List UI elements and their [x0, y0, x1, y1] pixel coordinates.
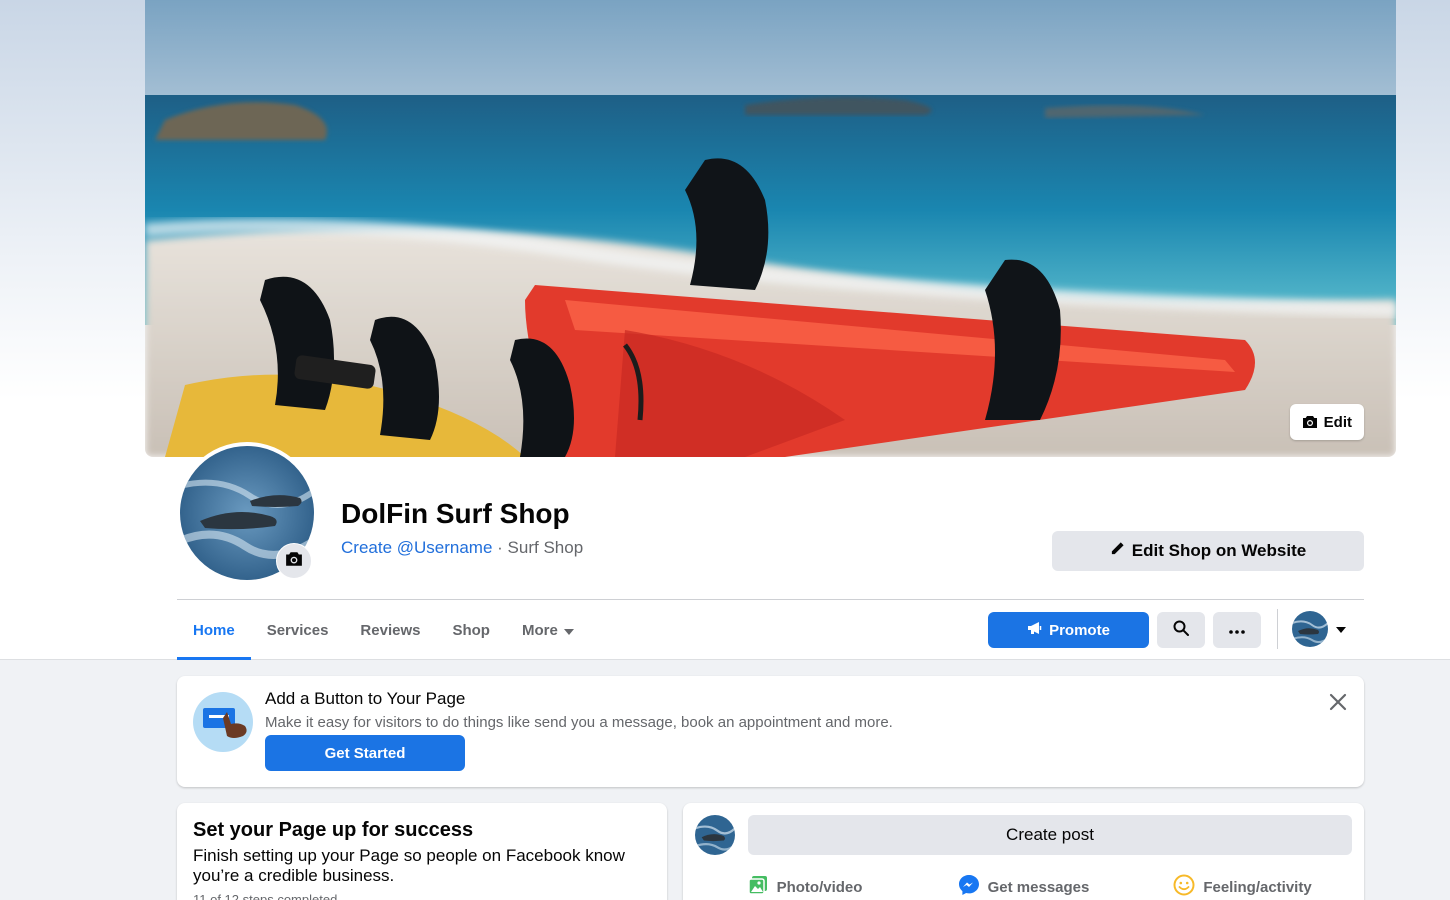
tab-services-label: Services [266, 621, 329, 639]
create-post-button[interactable]: Create post [748, 815, 1352, 855]
messenger-icon [958, 874, 980, 900]
add-button-card: Add a Button to Your Page Make it easy f… [177, 676, 1364, 787]
photo-video-icon [747, 874, 769, 900]
add-button-description: Make it easy for visitors to do things l… [265, 714, 893, 731]
feeling-activity-button[interactable]: Feeling/activity [1133, 871, 1352, 900]
profile-switcher[interactable] [1292, 611, 1346, 647]
page-setup-title: Set your Page up for success [193, 819, 474, 841]
add-button-title: Add a Button to Your Page [265, 689, 466, 708]
page-setup-progress: 11 of 12 steps completed [193, 892, 338, 900]
tab-shop-label: Shop [452, 621, 490, 639]
promote-label: Promote [1049, 621, 1110, 639]
edit-cover-button[interactable]: Edit [1289, 404, 1364, 440]
nav-separator [1277, 609, 1278, 649]
tab-reviews[interactable]: Reviews [344, 600, 436, 660]
composer-avatar [695, 815, 735, 855]
page-subtitle: Create @Username · Surf Shop [341, 538, 583, 558]
edit-cover-label: Edit [1323, 413, 1352, 431]
subtitle-separator: · [492, 538, 508, 557]
page-setup-card: Set your Page up for success Finish sett… [177, 803, 667, 900]
tab-home[interactable]: Home [177, 600, 251, 660]
tab-home-label: Home [193, 621, 235, 639]
ellipsis-icon [1229, 621, 1245, 639]
get-messages-button[interactable]: Get messages [914, 871, 1133, 900]
caret-down-icon [563, 622, 574, 639]
cover-photo-image [145, 0, 1396, 457]
search-button[interactable] [1157, 612, 1205, 648]
caret-down-icon [1336, 620, 1346, 638]
photo-video-button[interactable]: Photo/video [695, 871, 914, 900]
add-button-illustration [193, 692, 253, 752]
profile-switcher-avatar [1292, 611, 1328, 647]
pencil-icon [1110, 541, 1125, 561]
page-title: DolFin Surf Shop [341, 498, 570, 529]
page-nav-tabs: Home Services Reviews Shop More [177, 600, 590, 660]
composer-actions: Photo/video Get messages Feeling/activit… [695, 871, 1352, 900]
close-icon[interactable] [1326, 690, 1350, 714]
get-messages-label: Get messages [987, 878, 1090, 896]
promote-button[interactable]: Promote [988, 612, 1149, 648]
megaphone-icon [1027, 621, 1043, 639]
feeling-activity-label: Feeling/activity [1203, 878, 1312, 896]
create-username-link[interactable]: Create @Username [341, 538, 492, 557]
camera-icon [1302, 415, 1318, 429]
page-setup-description: Finish setting up your Page so people on… [193, 846, 625, 885]
more-options-button[interactable] [1213, 612, 1261, 648]
search-icon [1173, 620, 1189, 641]
cover-photo[interactable]: Edit [145, 0, 1396, 457]
create-post-card: Create post Photo/video Get messages Fee… [683, 803, 1364, 900]
page-category: Surf Shop [507, 538, 584, 557]
photo-video-label: Photo/video [776, 878, 863, 896]
tab-more-label: More [521, 621, 558, 639]
edit-shop-button[interactable]: Edit Shop on Website [1052, 531, 1364, 571]
tab-shop[interactable]: Shop [436, 600, 506, 660]
tab-services[interactable]: Services [251, 600, 345, 660]
get-started-button[interactable]: Get Started [265, 735, 465, 771]
feeling-icon [1173, 874, 1195, 900]
tab-reviews-label: Reviews [360, 621, 421, 639]
camera-icon [285, 551, 303, 572]
tab-more[interactable]: More [506, 600, 590, 660]
update-avatar-button[interactable] [276, 543, 312, 579]
edit-shop-label: Edit Shop on Website [1131, 541, 1307, 560]
